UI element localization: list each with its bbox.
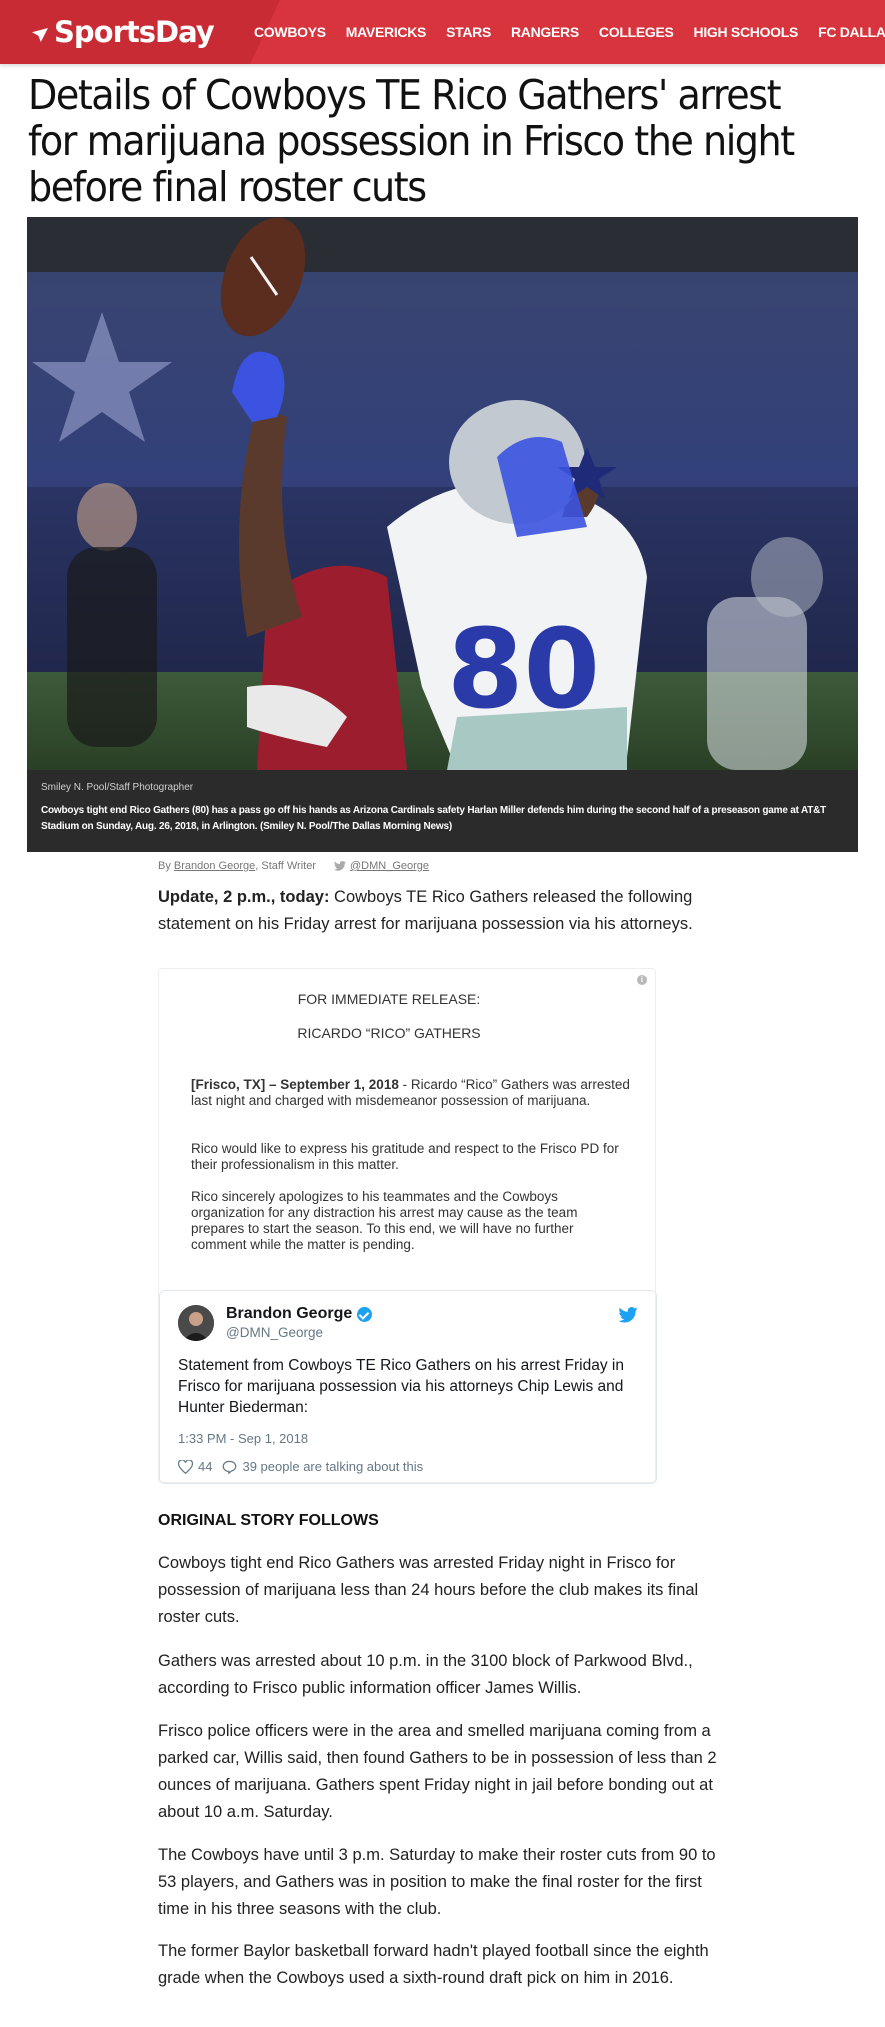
heart-icon[interactable] bbox=[178, 1459, 193, 1474]
tweet-author-name-text: Brandon George bbox=[226, 1305, 353, 1322]
article-paragraph-1: Cowboys tight end Rico Gathers was arres… bbox=[158, 1554, 699, 1626]
hero-photo: 80 bbox=[27, 217, 858, 770]
nav-item-cowboys[interactable]: COWBOYS bbox=[254, 24, 326, 40]
photo-caption: Cowboys tight end Rico Gathers (80) has … bbox=[41, 805, 827, 832]
tweet-timestamp[interactable]: 1:33 PM - Sep 1, 2018 bbox=[178, 1431, 308, 1446]
twitter-logo-icon[interactable] bbox=[618, 1307, 638, 1323]
main-nav: COWBOYS MAVERICKS STARS RANGERS COLLEGES… bbox=[254, 0, 885, 64]
verified-badge-icon bbox=[357, 1306, 373, 1322]
avatar-icon bbox=[178, 1305, 214, 1341]
author-link[interactable]: Brandon George bbox=[174, 860, 255, 872]
article-paragraph-2: Gathers was arrested about 10 p.m. in th… bbox=[158, 1652, 693, 1697]
author-handle-link[interactable]: @DMN_George bbox=[350, 860, 429, 872]
photo-caption-box: Smiley N. Pool/Staff Photographer Cowboy… bbox=[27, 770, 858, 852]
tweet-text: Statement from Cowboys TE Rico Gathers o… bbox=[178, 1357, 624, 1416]
like-count[interactable]: 44 bbox=[198, 1459, 212, 1474]
byline-prefix: By bbox=[158, 860, 171, 872]
author-role: , Staff Writer bbox=[255, 860, 316, 872]
article-paragraph-5: The former Baylor basketball forward had… bbox=[158, 1942, 709, 1987]
author-avatar[interactable] bbox=[178, 1305, 214, 1341]
photo-credit: Smiley N. Pool/Staff Photographer bbox=[41, 782, 194, 793]
article-paragraph-4: The Cowboys have until 3 p.m. Saturday t… bbox=[158, 1846, 716, 1918]
logo-text: SportsDay bbox=[54, 15, 215, 49]
release-subject: RICARDO “RICO” GATHERS bbox=[297, 1025, 481, 1041]
update-label: Update, 2 p.m., today: bbox=[158, 888, 330, 906]
tweet-author-handle[interactable]: @DMN_George bbox=[226, 1325, 323, 1340]
nav-item-high-schools[interactable]: HIGH SCHOOLS bbox=[694, 24, 799, 40]
byline: By Brandon George , Staff Writer @DMN_Ge… bbox=[158, 860, 429, 872]
logo-mark-icon bbox=[32, 28, 48, 42]
release-paragraph-1: [Frisco, TX] – September 1, 2018 - Ricar… bbox=[191, 1077, 631, 1109]
logo-area[interactable]: SportsDay bbox=[0, 0, 280, 64]
release-dateline: [Frisco, TX] – September 1, 2018 bbox=[191, 1077, 399, 1092]
release-paragraph-2: Rico would like to express his gratitude… bbox=[191, 1141, 619, 1172]
nav-item-fc-dallas[interactable]: FC DALLAS bbox=[818, 24, 885, 40]
section-heading: ORIGINAL STORY FOLLOWS bbox=[158, 1512, 379, 1529]
tweet-actions: 44 39 people are talking about this bbox=[178, 1459, 423, 1474]
football-catch-illustration: 80 bbox=[27, 217, 858, 770]
nav-item-colleges[interactable]: COLLEGES bbox=[599, 24, 674, 40]
release-paragraph-3: Rico sincerely apologizes to his teammat… bbox=[191, 1189, 578, 1252]
release-heading: FOR IMMEDIATE RELEASE: bbox=[297, 991, 481, 1007]
comment-bubble-icon[interactable] bbox=[222, 1460, 237, 1474]
nav-item-mavericks[interactable]: MAVERICKS bbox=[346, 24, 427, 40]
update-paragraph: Update, 2 p.m., today: Cowboys TE Rico G… bbox=[158, 884, 733, 938]
twitter-bird-icon bbox=[333, 861, 346, 871]
tweet-body[interactable]: Brandon George @DMN_George Statement fro… bbox=[159, 1290, 657, 1484]
nav-item-stars[interactable]: STARS bbox=[446, 24, 491, 40]
sportsday-logo[interactable]: SportsDay bbox=[32, 15, 215, 49]
nav-item-rangers[interactable]: RANGERS bbox=[511, 24, 579, 40]
site-header: SportsDay COWBOYS MAVERICKS STARS RANGER… bbox=[0, 0, 885, 64]
author-twitter[interactable]: @DMN_George bbox=[333, 860, 429, 872]
press-release-image: FOR IMMEDIATE RELEASE: RICARDO “RICO” GA… bbox=[159, 969, 657, 1289]
talking-count[interactable]: 39 people are talking about this bbox=[242, 1459, 423, 1474]
tweet-author-name[interactable]: Brandon George bbox=[226, 1305, 373, 1323]
embedded-tweet-card[interactable]: i FOR IMMEDIATE RELEASE: RICARDO “RICO” … bbox=[158, 968, 657, 1484]
article-headline: Details of Cowboys TE Rico Gathers' arre… bbox=[28, 71, 795, 211]
article-paragraph-3: Frisco police officers were in the area … bbox=[158, 1722, 717, 1821]
